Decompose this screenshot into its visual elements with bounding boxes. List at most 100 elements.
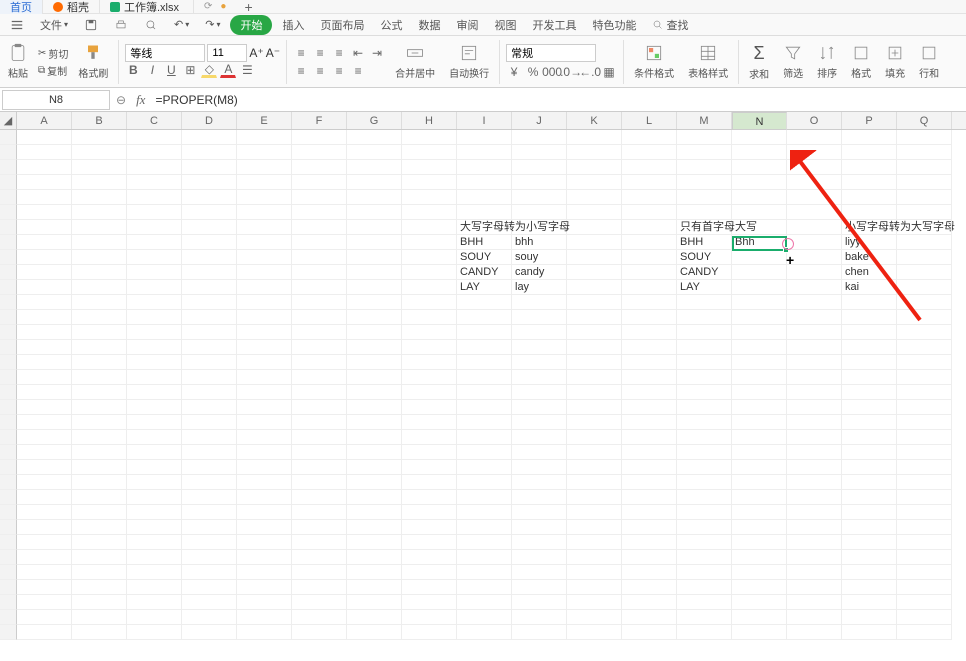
cell[interactable]: chen bbox=[842, 265, 897, 280]
cell[interactable] bbox=[787, 550, 842, 565]
col-J[interactable]: J bbox=[512, 112, 567, 129]
cell[interactable] bbox=[237, 145, 292, 160]
cell[interactable] bbox=[512, 295, 567, 310]
cell[interactable] bbox=[402, 160, 457, 175]
row-header[interactable] bbox=[0, 460, 17, 475]
print-icon[interactable] bbox=[108, 16, 134, 34]
align-left-icon[interactable]: ≡ bbox=[293, 63, 309, 79]
cell[interactable] bbox=[732, 385, 787, 400]
cell[interactable] bbox=[17, 160, 72, 175]
cell[interactable] bbox=[17, 145, 72, 160]
cell[interactable] bbox=[182, 430, 237, 445]
cell[interactable] bbox=[457, 445, 512, 460]
cell[interactable] bbox=[787, 145, 842, 160]
row-header[interactable] bbox=[0, 430, 17, 445]
cell[interactable] bbox=[622, 235, 677, 250]
cell[interactable] bbox=[512, 205, 567, 220]
underline-icon[interactable]: U bbox=[163, 62, 179, 78]
cell[interactable] bbox=[567, 490, 622, 505]
cell[interactable] bbox=[457, 295, 512, 310]
row-header[interactable] bbox=[0, 355, 17, 370]
cell[interactable] bbox=[567, 190, 622, 205]
cell[interactable] bbox=[897, 520, 952, 535]
cell[interactable] bbox=[72, 490, 127, 505]
cell[interactable] bbox=[567, 400, 622, 415]
cell[interactable] bbox=[17, 250, 72, 265]
cell[interactable] bbox=[72, 475, 127, 490]
cell[interactable] bbox=[732, 250, 787, 265]
cell[interactable] bbox=[182, 610, 237, 625]
cell[interactable] bbox=[732, 415, 787, 430]
cell[interactable] bbox=[512, 145, 567, 160]
cell[interactable] bbox=[402, 490, 457, 505]
cell[interactable] bbox=[457, 535, 512, 550]
cell[interactable] bbox=[292, 280, 347, 295]
cell[interactable] bbox=[402, 580, 457, 595]
indent-inc-icon[interactable]: ⇥ bbox=[369, 45, 385, 61]
cell[interactable] bbox=[17, 565, 72, 580]
cell[interactable] bbox=[677, 130, 732, 145]
cell[interactable] bbox=[512, 490, 567, 505]
cell[interactable] bbox=[347, 370, 402, 385]
cell[interactable] bbox=[182, 490, 237, 505]
cell[interactable] bbox=[897, 355, 952, 370]
cell[interactable] bbox=[677, 340, 732, 355]
cell[interactable] bbox=[17, 280, 72, 295]
format-button[interactable]: 格式 bbox=[847, 43, 875, 80]
cell[interactable] bbox=[182, 355, 237, 370]
cell[interactable] bbox=[237, 130, 292, 145]
cell[interactable] bbox=[237, 475, 292, 490]
cell[interactable] bbox=[567, 235, 622, 250]
menu-formula[interactable]: 公式 bbox=[374, 15, 408, 35]
cell[interactable] bbox=[457, 490, 512, 505]
cell[interactable] bbox=[292, 340, 347, 355]
cell[interactable]: kai bbox=[842, 280, 897, 295]
cell[interactable] bbox=[182, 190, 237, 205]
cell[interactable] bbox=[237, 325, 292, 340]
cell[interactable] bbox=[182, 250, 237, 265]
increase-font-icon[interactable]: A⁺ bbox=[249, 46, 263, 60]
cell[interactable] bbox=[677, 295, 732, 310]
cell[interactable] bbox=[677, 535, 732, 550]
cell[interactable] bbox=[347, 310, 402, 325]
cell[interactable] bbox=[347, 430, 402, 445]
cell[interactable] bbox=[237, 460, 292, 475]
cell[interactable] bbox=[17, 355, 72, 370]
cell[interactable] bbox=[17, 175, 72, 190]
number-format-select[interactable] bbox=[506, 44, 596, 62]
cell[interactable] bbox=[402, 310, 457, 325]
cell[interactable] bbox=[897, 625, 952, 640]
cell[interactable] bbox=[787, 520, 842, 535]
cell[interactable] bbox=[127, 430, 182, 445]
cell[interactable] bbox=[237, 370, 292, 385]
cell[interactable] bbox=[237, 505, 292, 520]
cell[interactable] bbox=[622, 595, 677, 610]
cell[interactable] bbox=[677, 325, 732, 340]
cell[interactable] bbox=[237, 520, 292, 535]
cell[interactable] bbox=[897, 595, 952, 610]
cell[interactable] bbox=[732, 400, 787, 415]
cell[interactable] bbox=[237, 430, 292, 445]
cell[interactable] bbox=[457, 415, 512, 430]
cell[interactable] bbox=[512, 520, 567, 535]
menu-special[interactable]: 特色功能 bbox=[586, 15, 642, 35]
cell[interactable] bbox=[677, 400, 732, 415]
cell[interactable] bbox=[622, 550, 677, 565]
row-header[interactable] bbox=[0, 145, 17, 160]
cell[interactable] bbox=[677, 490, 732, 505]
cell[interactable] bbox=[292, 385, 347, 400]
align-middle-icon[interactable]: ≡ bbox=[312, 45, 328, 61]
cell[interactable] bbox=[732, 445, 787, 460]
cell[interactable] bbox=[17, 490, 72, 505]
cell[interactable] bbox=[347, 460, 402, 475]
cell[interactable] bbox=[237, 595, 292, 610]
cell[interactable] bbox=[622, 355, 677, 370]
col-D[interactable]: D bbox=[182, 112, 237, 129]
col-I[interactable]: I bbox=[457, 112, 512, 129]
cell[interactable] bbox=[677, 475, 732, 490]
cell[interactable] bbox=[72, 325, 127, 340]
cell[interactable] bbox=[567, 550, 622, 565]
cell[interactable] bbox=[17, 550, 72, 565]
cell[interactable] bbox=[127, 205, 182, 220]
cell[interactable] bbox=[567, 205, 622, 220]
